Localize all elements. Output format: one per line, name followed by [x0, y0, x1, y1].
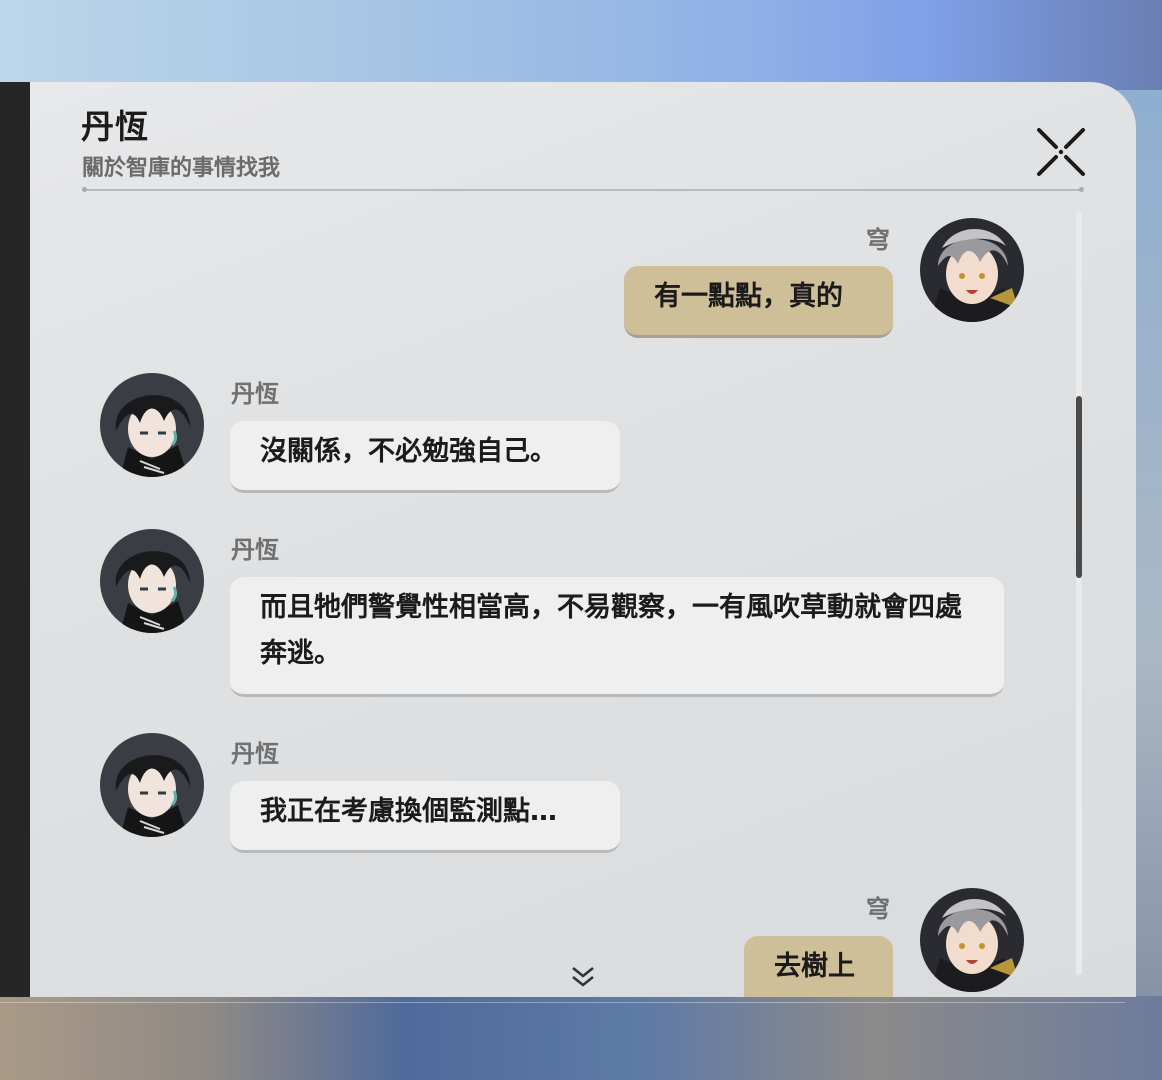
message-bubble-incoming[interactable]: 沒關係，不必勉強自己。	[230, 421, 620, 493]
left-edge-strip	[0, 82, 30, 997]
avatar-dan-heng	[100, 733, 204, 837]
scrollbar-thumb[interactable]	[1076, 396, 1082, 578]
chat-panel: 丹恆 關於智庫的事情找我 穹 有一點點，真的 丹恆 沒關係，不必勉強自己。 丹恆…	[30, 82, 1136, 997]
chat-title: 丹恆	[81, 107, 149, 146]
avatar-qiong	[920, 218, 1024, 322]
close-button[interactable]	[1035, 126, 1087, 178]
background-top	[0, 0, 1162, 90]
close-icon	[1037, 128, 1085, 176]
avatar-dan-heng	[100, 529, 204, 633]
chat-subtitle: 關於智庫的事情找我	[82, 156, 281, 181]
sender-name: 穹	[866, 895, 890, 923]
avatar-qiong	[920, 888, 1024, 992]
sender-name: 穹	[866, 226, 890, 254]
sender-name: 丹恆	[231, 380, 279, 408]
message-bubble-incoming[interactable]: 我正在考慮換個監測點…	[230, 781, 620, 853]
background-bottom	[0, 996, 1162, 1080]
scroll-down-button[interactable]	[568, 962, 598, 992]
header-divider	[82, 187, 1084, 192]
message-bubble-incoming[interactable]: 而且牠們警覺性相當高，不易觀察，一有風吹草動就會四處奔逃。	[230, 577, 1004, 697]
message-bubble-outgoing[interactable]: 去樹上	[744, 936, 893, 997]
avatar-dan-heng	[100, 373, 204, 477]
sender-name: 丹恆	[231, 740, 279, 768]
double-chevron-down-icon	[572, 966, 594, 987]
message-bubble-outgoing[interactable]: 有一點點，真的	[624, 266, 893, 338]
scrollbar-track[interactable]	[1076, 212, 1082, 975]
sender-name: 丹恆	[231, 536, 279, 564]
